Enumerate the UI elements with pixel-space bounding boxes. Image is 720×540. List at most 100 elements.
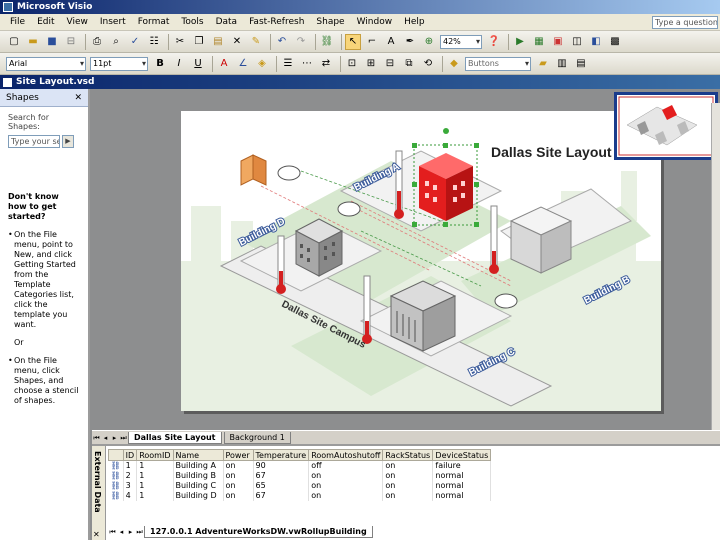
zoom-combo[interactable]: 42% (440, 34, 482, 49)
underline-icon[interactable]: U (190, 56, 206, 72)
text-tool-icon[interactable]: A (383, 34, 399, 50)
tab-data-source[interactable]: 127.0.0.1 AdventureWorksDW.vwRollupBuild… (144, 526, 373, 538)
font-color-icon[interactable]: A (216, 56, 232, 72)
table-row[interactable]: ⛓ 2 1 Building B on 67 on on normal (108, 470, 492, 481)
pointer-tool-icon[interactable]: ↖ (345, 33, 361, 50)
send-back-icon[interactable]: ⧉ (401, 56, 417, 72)
column-header[interactable]: DeviceStatus (432, 449, 492, 461)
menu-format[interactable]: Format (138, 17, 170, 27)
next-page-icon[interactable]: ▸ (110, 433, 119, 443)
table-row[interactable]: ⛓ 4 1 Building D on 67 on on normal (108, 490, 492, 501)
drawing-tools-icon[interactable]: ✒ (402, 34, 418, 50)
menu-view[interactable]: View (67, 17, 88, 27)
column-header[interactable]: Power (222, 449, 254, 461)
open-folder-icon[interactable]: ▬ (25, 34, 41, 50)
thermometer-d[interactable] (276, 235, 286, 294)
permission-icon[interactable]: ⊟ (63, 34, 79, 50)
save-icon[interactable]: ■ (44, 34, 60, 50)
thermometer-c[interactable] (362, 275, 372, 344)
tab-background-1[interactable]: Background 1 (223, 431, 291, 444)
search-input[interactable]: Type your search here (8, 135, 60, 148)
line-color-icon[interactable]: ∠ (235, 56, 251, 72)
link-data-icon[interactable]: ◧ (588, 34, 604, 50)
prev-source-icon[interactable]: ◂ (117, 527, 126, 537)
bold-icon[interactable]: B (152, 56, 168, 72)
firewall-shape[interactable] (240, 154, 267, 186)
table-row[interactable]: ⛓ 1 1 Building A on 90 off on failure (108, 460, 492, 471)
menu-edit[interactable]: Edit (37, 17, 54, 27)
first-page-icon[interactable]: ⏮ (92, 433, 101, 443)
menu-fast-refresh[interactable]: Fast-Refresh (249, 17, 304, 27)
column-header[interactable]: Name (172, 449, 224, 461)
menu-file[interactable]: File (10, 17, 25, 27)
pan-zoom-icon[interactable]: ⊕ (421, 34, 437, 50)
last-source-icon[interactable]: ⏭ (135, 527, 144, 537)
new-document-icon[interactable]: ▢ (6, 34, 22, 50)
vertical-scrollbar[interactable] (711, 103, 720, 444)
menu-window[interactable]: Window (357, 17, 393, 27)
layers-icon[interactable]: ▤ (573, 56, 589, 72)
bring-front-icon[interactable]: ⊟ (382, 56, 398, 72)
menu-data[interactable]: Data (216, 17, 238, 27)
data-graphics-icon[interactable]: ▩ (607, 34, 623, 50)
italic-icon[interactable]: I (171, 56, 187, 72)
building-b-shape[interactable] (509, 206, 573, 274)
column-header[interactable]: RackStatus (382, 449, 434, 461)
column-header[interactable]: RoomAutoshutoff (308, 449, 384, 461)
hint-combo[interactable]: Buttons (465, 56, 531, 71)
font-size-combo[interactable]: 11pt (90, 56, 148, 71)
cut-icon[interactable]: ✂ (172, 34, 188, 50)
print-preview-icon[interactable]: ⌕ (108, 34, 124, 50)
align-shapes-icon[interactable]: ⊡ (344, 56, 360, 72)
fill-color-icon[interactable]: ◈ (254, 56, 270, 72)
table-row[interactable]: ⛓ 3 1 Building C on 65 on on normal (108, 480, 492, 491)
undo-icon[interactable]: ↶ (274, 34, 290, 50)
redo-icon[interactable]: ↷ (293, 34, 309, 50)
copy-icon[interactable]: ❐ (191, 34, 207, 50)
building-c-shape[interactable] (389, 280, 457, 352)
research-icon[interactable]: ☷ (146, 34, 162, 50)
delete-icon[interactable]: ✕ (229, 34, 245, 50)
group-icon[interactable]: ⊞ (363, 56, 379, 72)
data-refresh-icon[interactable]: ◫ (569, 34, 585, 50)
drawing-page[interactable]: Dallas Site Layout Building A Building B… (181, 111, 661, 411)
line-pattern-icon[interactable]: ⋯ (299, 56, 315, 72)
menu-tools[interactable]: Tools (181, 17, 203, 27)
shapes-window-icon[interactable]: ▦ (531, 34, 547, 50)
connector-tool-icon[interactable]: ⌐ (364, 34, 380, 50)
column-header[interactable]: Temperature (252, 449, 310, 461)
spelling-icon[interactable]: ✓ (127, 34, 143, 50)
first-source-icon[interactable]: ⏮ (108, 527, 117, 537)
shape-data-icon[interactable]: ◆ (446, 56, 462, 72)
column-header[interactable]: ID (122, 449, 138, 461)
help-icon[interactable]: ❓ (486, 34, 502, 50)
print-icon[interactable]: ⎙ (89, 34, 105, 50)
prev-page-icon[interactable]: ◂ (101, 433, 110, 443)
line-ends-icon[interactable]: ⇄ (318, 56, 334, 72)
folder-icon[interactable]: ▰ (535, 56, 551, 72)
close-icon[interactable]: ✕ (74, 93, 82, 103)
column-header[interactable] (108, 449, 124, 461)
pan-window-icon[interactable]: ▣ (550, 34, 566, 50)
close-icon[interactable]: ✕ (93, 530, 100, 539)
paste-icon[interactable]: ▤ (210, 34, 226, 50)
next-source-icon[interactable]: ▸ (126, 527, 135, 537)
menu-shape[interactable]: Shape (316, 17, 344, 27)
last-page-icon[interactable]: ⏭ (119, 433, 128, 443)
layout-icon[interactable]: ▥ (554, 56, 570, 72)
pan-zoom-window[interactable] (614, 92, 718, 160)
thermometer-b[interactable] (489, 205, 499, 274)
column-header[interactable]: RoomID (136, 449, 174, 461)
menu-help[interactable]: Help (404, 17, 425, 27)
menu-insert[interactable]: Insert (100, 17, 126, 27)
format-painter-icon[interactable]: ✎ (248, 34, 264, 50)
hyperlink-icon[interactable]: ⛓ (319, 34, 335, 50)
font-combo[interactable]: Arial (6, 56, 86, 71)
run-icon[interactable]: ▶ (512, 34, 528, 50)
help-question-box[interactable]: Type a question for help (652, 16, 718, 29)
line-weight-icon[interactable]: ☰ (280, 56, 296, 72)
building-d-shape[interactable] (294, 218, 344, 277)
tab-dallas-site-layout[interactable]: Dallas Site Layout (128, 431, 222, 444)
search-go-button[interactable]: ▶ (62, 135, 74, 148)
rotate-icon[interactable]: ⟲ (420, 56, 436, 72)
